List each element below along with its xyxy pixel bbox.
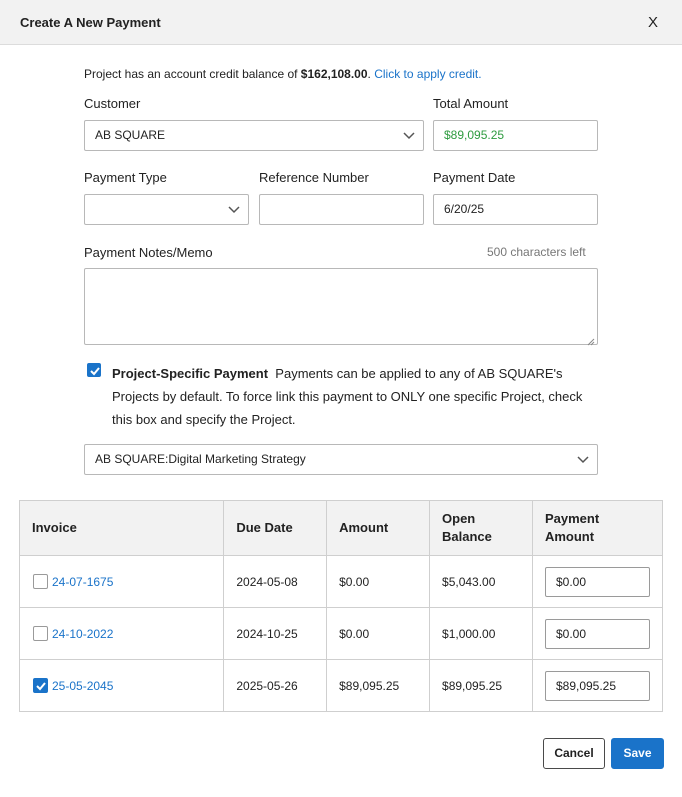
project-select[interactable]: AB SQUARE:Digital Marketing Strategy (84, 444, 598, 475)
customer-value: AB SQUARE (95, 128, 166, 142)
payment-amount-input[interactable]: $89,095.25 (544, 670, 650, 701)
close-button[interactable]: X (648, 14, 658, 31)
column-header-due-date: Due Date (223, 500, 328, 556)
total-amount-label: Total Amount (433, 96, 509, 111)
due-date-cell: 2024-05-08 (223, 555, 328, 608)
payment-date-field[interactable]: 6/20/25 (433, 194, 598, 225)
payment-amount-cell: $0.00 (531, 555, 664, 608)
customer-select[interactable]: AB SQUARE (84, 120, 424, 151)
credit-balance-notice: Project has an account credit balance of… (84, 67, 482, 81)
table-row: 24-10-2022 2024-10-25 $0.00 $1,000.00 $0… (18, 607, 664, 660)
payment-date-label: Payment Date (433, 170, 516, 185)
invoice-checkbox[interactable] (33, 574, 48, 589)
invoice-cell: 25-05-2045 (18, 659, 225, 712)
invoice-cell-content: 24-10-2022 (32, 626, 211, 641)
amount-cell: $89,095.25 (326, 659, 431, 712)
project-specific-checkbox[interactable] (87, 363, 101, 377)
payment-type-select[interactable] (84, 194, 249, 225)
credit-prefix: Project has an account credit balance of (84, 67, 301, 81)
invoice-cell-content: 25-05-2045 (32, 678, 211, 693)
payment-amount-input[interactable]: $0.00 (544, 618, 650, 649)
project-value: AB SQUARE:Digital Marketing Strategy (95, 452, 306, 466)
due-date-cell: 2025-05-26 (223, 659, 328, 712)
open-balance-cell: $5,043.00 (429, 555, 533, 608)
due-date-cell: 2024-10-25 (223, 607, 328, 660)
save-button[interactable]: Save (611, 738, 664, 769)
cancel-button[interactable]: Cancel (543, 738, 605, 769)
invoice-cell: 24-07-1675 (18, 555, 225, 608)
open-balance-cell: $1,000.00 (429, 607, 533, 660)
resize-grip-icon[interactable] (587, 334, 595, 346)
column-header-invoice: Invoice (18, 500, 225, 556)
payment-amount-header-text: Payment Amount (544, 511, 600, 544)
column-header-open-balance: Open Balance (429, 500, 533, 556)
table-header-row: Invoice Due Date Amount Open Balance Pay… (18, 500, 664, 556)
customer-label: Customer (84, 96, 141, 111)
invoice-checkbox[interactable] (33, 626, 48, 641)
amount-cell: $0.00 (326, 607, 431, 660)
payment-notes-label: Payment Notes/Memo (84, 245, 213, 260)
total-amount-field[interactable]: $89,095.25 (433, 120, 598, 151)
project-specific-title: Project-Specific Payment (112, 366, 269, 381)
invoice-checkbox[interactable] (33, 678, 48, 693)
payment-amount-cell: $89,095.25 (531, 659, 664, 712)
invoice-link[interactable]: 25-05-2045 (52, 679, 113, 693)
chevron-down-icon (228, 206, 240, 214)
reference-number-field[interactable] (259, 194, 424, 225)
invoice-table: Invoice Due Date Amount Open Balance Pay… (18, 500, 664, 712)
open-balance-cell: $89,095.25 (429, 659, 533, 712)
chevron-down-icon (403, 132, 415, 140)
table-row: 25-05-2045 2025-05-26 $89,095.25 $89,095… (18, 659, 664, 712)
payment-notes-textarea[interactable] (84, 268, 598, 346)
invoice-cell-content: 24-07-1675 (32, 574, 211, 589)
open-balance-header-text: Open Balance (442, 511, 492, 544)
checkmark-icon (36, 682, 46, 691)
credit-amount: $162,108.00 (300, 67, 368, 81)
amount-cell: $0.00 (326, 555, 431, 608)
reference-number-label: Reference Number (259, 170, 369, 185)
dialog-header: Create A New Payment X (0, 0, 682, 45)
checkmark-icon (90, 367, 100, 376)
credit-suffix: . (367, 67, 371, 81)
column-header-amount: Amount (326, 500, 431, 556)
invoice-cell: 24-10-2022 (18, 607, 225, 660)
apply-credit-link[interactable]: Click to apply credit. (374, 67, 481, 81)
payment-amount-cell: $0.00 (531, 607, 664, 660)
dialog-title: Create A New Payment (20, 15, 161, 30)
characters-left-counter: 500 characters left (487, 245, 586, 259)
payment-type-label: Payment Type (84, 170, 167, 185)
project-specific-text: Project-Specific Payment Payments can be… (112, 362, 592, 431)
chevron-down-icon (577, 456, 589, 464)
table-row: 24-07-1675 2024-05-08 $0.00 $5,043.00 $0… (18, 555, 664, 608)
invoice-link[interactable]: 24-10-2022 (52, 627, 113, 641)
invoice-link[interactable]: 24-07-1675 (52, 575, 113, 589)
column-header-payment-amount: Payment Amount (531, 500, 664, 556)
payment-amount-input[interactable]: $0.00 (544, 566, 650, 597)
